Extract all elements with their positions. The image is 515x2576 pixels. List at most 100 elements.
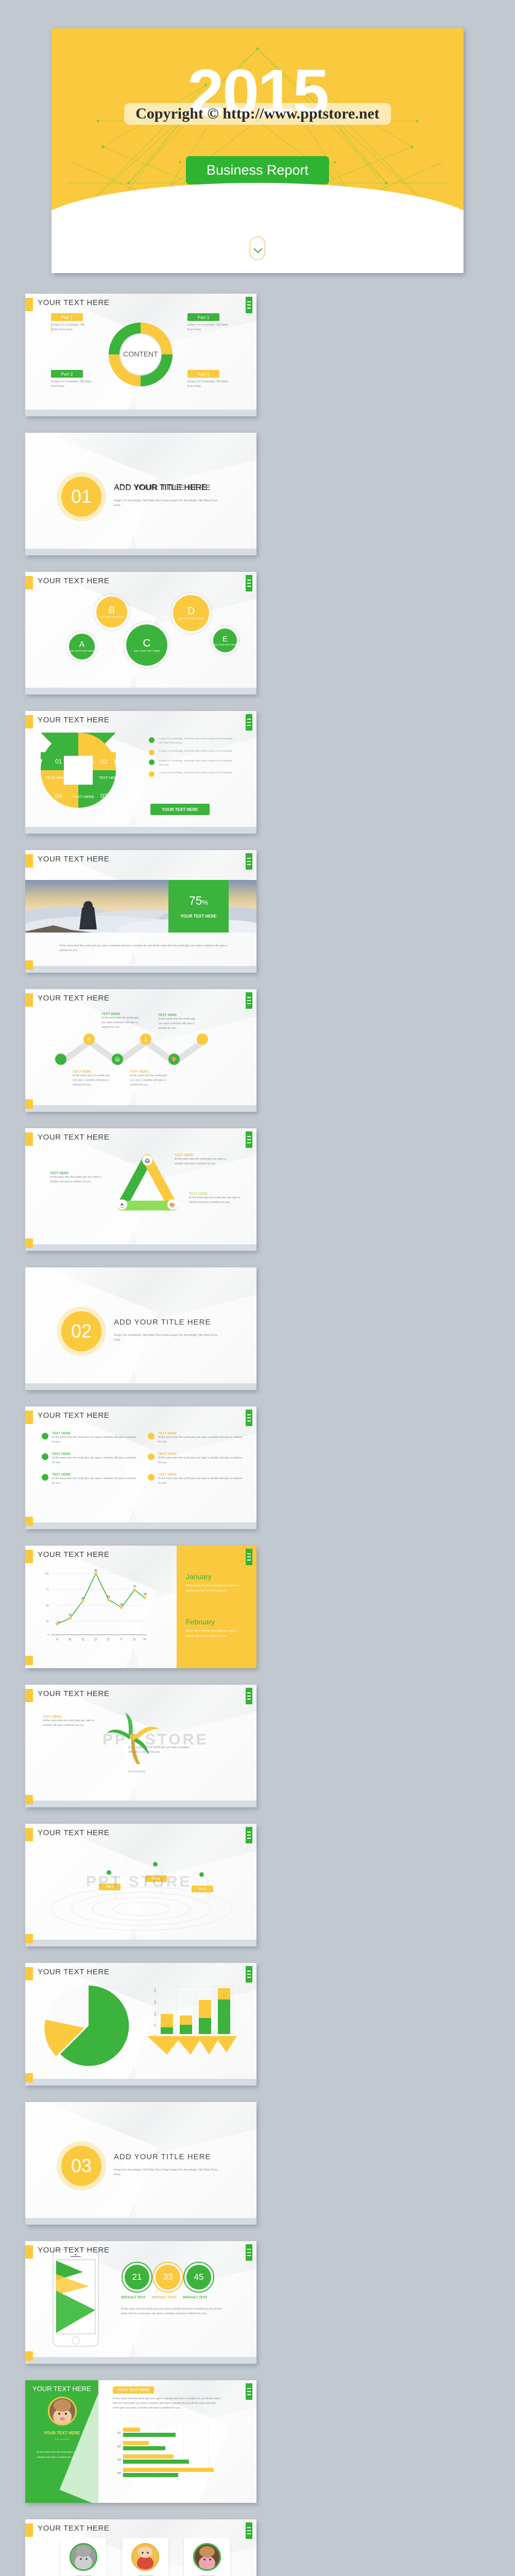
bullet-item[interactable]: Hungry For Knowledge, Still Water Runs D… — [149, 771, 234, 777]
hamburger-menu-icon[interactable] — [246, 1410, 252, 1426]
bullet-item[interactable]: TEXT HERE At the same time the world give… — [42, 1453, 136, 1465]
part-block-1[interactable]: Part 1 Hungry For Knowledge, Still Water… — [51, 313, 100, 333]
cover-subtitle-badge[interactable]: Business Report — [185, 156, 330, 184]
quad-donut-chart: 01 TEXT HERE 02 TEXT HERE TEXT HERE 03 T… — [41, 733, 119, 808]
printer-icon[interactable]: 🖨 — [112, 1054, 123, 1065]
hamburger-menu-icon[interactable] — [246, 2522, 252, 2539]
bullet-item[interactable]: Hungry For Knowledge, Still Water Runs D… — [149, 737, 234, 745]
circle-letter: D — [187, 605, 195, 617]
team-card[interactable]: ADD NAME ADD YOUR TITLE HERE ADD YOUR TI… — [184, 2538, 230, 2576]
orbit-rings — [50, 1866, 232, 1931]
team-card[interactable]: ADD NAME ADD YOUR TITLE HERE ADD YOUR TI… — [60, 2538, 107, 2576]
hamburger-menu-icon[interactable] — [246, 992, 252, 1009]
part-desc: Hungry For Knowledge, Still Water Runs D… — [187, 324, 229, 332]
thumb-photo-percent[interactable]: YOUR TEXT HERE 75% YOUR TEXT HERE At the… — [21, 847, 256, 975]
part-block-3[interactable]: Part 2 Hungry For Knowledge, Still Water… — [51, 370, 100, 389]
bullet-dot-icon — [149, 749, 154, 755]
thumb-line-chart-months[interactable]: YOUR TEXT HERE January At the same time … — [21, 1543, 256, 1670]
thumb-section-divider-01[interactable]: 01 ADD YOUR TITLE HERE ADD YOUR TITLE HE… — [21, 430, 256, 557]
stat-circle-3[interactable]: 45 — [183, 2262, 214, 2293]
stacked-bar-chart: 200 150 100 50 0 — [147, 1986, 237, 2055]
thumb-palm-tree-slide[interactable]: YOUR TEXT HERE TEXT HERE At the same tim… — [21, 1682, 256, 1809]
bullet-item[interactable]: TEXT HERE At the same time the world give… — [42, 1473, 136, 1486]
bullet-item[interactable]: TEXT HERE At the same time the world give… — [148, 1453, 243, 1465]
thumb-five-circles[interactable]: YOUR TEXT HERE A ADD YOUR TEXT HERE B AD… — [21, 569, 256, 697]
bullet-item[interactable]: TEXT HERE At the same time the world give… — [148, 1473, 243, 1486]
member-name: ADD NAME — [60, 2575, 107, 2576]
hamburger-menu-icon[interactable] — [246, 714, 252, 731]
thumb-zigzag-timeline[interactable]: YOUR TEXT HERE 🖱 🖨 🌡 🎨 TEXT HERE At the … — [21, 986, 256, 1114]
stat-label-3: DEFAULT TEXT — [183, 2296, 208, 2299]
slide-title: YOUR TEXT HERE — [38, 298, 110, 307]
bullet-item[interactable]: Hungry For Knowledge, Still Water Runs D… — [149, 749, 234, 755]
thumb-profile-barchart[interactable]: YOUR TEXT HERE YOUR TEXT HERE your text … — [21, 2377, 256, 2505]
thumb-team-cards[interactable]: YOUR TEXT HERE ADD NAME ADD YOUR TITLE H… — [21, 2516, 256, 2576]
bullet-item[interactable]: Hungry For Knowledge, Still Water Runs D… — [149, 759, 234, 768]
circle-e[interactable]: E ADD YOUR TEXT HERE — [210, 625, 240, 655]
bullet-text: Hungry For Knowledge, Still Water Runs D… — [159, 749, 233, 752]
hamburger-menu-icon[interactable] — [246, 1549, 252, 1565]
profile-sub: your text here — [54, 2438, 70, 2441]
svg-text:25: 25 — [46, 1620, 49, 1623]
check-icon — [148, 1453, 154, 1461]
thumb-orbit-no-slide[interactable]: YOUR TEXT HERE NO.1 NO.2 NO.3 PPT STORE — [21, 1821, 256, 1948]
thumb-section-divider-03[interactable]: 03 ADD YOUR TITLE HERE Hungry For Knowle… — [21, 2099, 256, 2227]
item-body: At the same time the world give you open… — [175, 1158, 226, 1166]
cover-slide[interactable]: 2015 Business Report Copyright © http://… — [52, 28, 464, 273]
circle-c[interactable]: C ADD YOUR TEXT HERE — [123, 621, 170, 669]
hamburger-menu-icon[interactable] — [246, 297, 252, 313]
svg-text:E: E — [108, 1638, 110, 1641]
svg-text:Q3: Q3 — [117, 2459, 121, 2462]
donut-center-label: CONTENT — [123, 350, 158, 358]
content-donut-chart: CONTENT — [109, 323, 173, 386]
quad-num-04: 04 — [55, 792, 62, 800]
thumb-content-wheel[interactable]: YOUR TEXT HERE CONTENT Part 1 Hungry For… — [21, 291, 256, 418]
chevron-down-icon[interactable] — [250, 236, 265, 260]
bullet-list: Hungry For Knowledge, Still Water Runs D… — [149, 737, 234, 777]
circle-d[interactable]: D ADD YOUR TEXT HERE — [170, 592, 212, 634]
step-body: At the same time the world give you open… — [101, 1016, 139, 1029]
hamburger-menu-icon[interactable] — [246, 1827, 252, 1843]
thumb-six-bullets[interactable]: YOUR TEXT HERE TEXT HERE At the same time… — [21, 1403, 256, 1531]
hamburger-menu-icon[interactable] — [246, 1966, 252, 1982]
hamburger-menu-icon[interactable] — [246, 1688, 252, 1704]
svg-text:50: 50 — [154, 2024, 157, 2027]
timeline-node-end[interactable] — [197, 1033, 208, 1045]
stat-circle-2[interactable]: 33 — [152, 2262, 183, 2293]
item-body: At the same time the world give you open… — [52, 1456, 136, 1465]
bullet-item[interactable]: TEXT HERE At the same time the world give… — [148, 1432, 243, 1445]
part-label: Part 1 — [187, 370, 219, 378]
triangle-item-bottom-right: TEXT HERE At the same time the world giv… — [189, 1193, 241, 1205]
hamburger-menu-icon[interactable] — [246, 1131, 252, 1148]
team-card[interactable]: ADD NAME ADD YOUR TITLE HERE ADD YOUR TI… — [122, 2538, 168, 2576]
part-block-4[interactable]: Part 1 Hungry For Knowledge, Still Water… — [187, 370, 236, 389]
orbit-tag-3[interactable]: NO.3 — [192, 1886, 213, 1892]
hamburger-menu-icon[interactable] — [246, 2383, 252, 2400]
thermometer-icon[interactable]: 🌡 — [140, 1033, 151, 1045]
thumb-quad-donut[interactable]: YOUR TEXT HERE 01 TEXT HERE 02 TEXT HERE… — [21, 708, 256, 836]
section-number-badge: 03 — [61, 2146, 101, 2186]
thumb-triangle-infographic[interactable]: YOUR TEXT HERE 🖨 🖱 🎨 TEXT HERE At the sa… — [21, 1125, 256, 1253]
part-block-2[interactable]: Part 1 Hungry For Knowledge, Still Water… — [187, 313, 236, 332]
circle-b[interactable]: B ADD YOUR TEXT HERE — [93, 594, 130, 631]
stat-circle-1[interactable]: 21 — [122, 2262, 152, 2293]
thumb-pie-and-bars[interactable]: YOUR TEXT HERE 200 150 100 50 0 — [21, 1960, 256, 2088]
hamburger-menu-icon[interactable] — [246, 575, 252, 591]
mouse-icon[interactable]: 🖱 — [83, 1033, 95, 1045]
svg-text:17: 17 — [57, 1621, 60, 1624]
triangle-item-left: TEXT HERE At the same time the world giv… — [50, 1172, 104, 1184]
item-body: At the same time the world give you open… — [158, 1456, 242, 1465]
check-icon — [148, 1474, 154, 1481]
quad-num-02: 02 — [100, 758, 108, 765]
months-panel: January At the same time the world give … — [177, 1546, 256, 1668]
thumb-phone-stats[interactable]: YOUR TEXT HERE 21 33 45 DEFAULT TEXT DEF… — [21, 2238, 256, 2366]
timeline-node-start[interactable] — [55, 1054, 66, 1065]
bullet-item[interactable]: TEXT HERE At the same time the world give… — [42, 1432, 136, 1445]
svg-text:75: 75 — [46, 1588, 49, 1591]
palette-icon[interactable]: 🎨 — [168, 1054, 180, 1065]
cta-button[interactable]: YOUR TEXT HERE — [150, 804, 210, 815]
hamburger-menu-icon[interactable] — [246, 2244, 252, 2261]
hamburger-menu-icon[interactable] — [246, 853, 252, 870]
thumb-section-divider-02[interactable]: 02 ADD YOUR TITLE HERE Hungry For Knowle… — [21, 1264, 256, 1392]
circle-a[interactable]: A ADD YOUR TEXT HERE — [66, 631, 98, 663]
